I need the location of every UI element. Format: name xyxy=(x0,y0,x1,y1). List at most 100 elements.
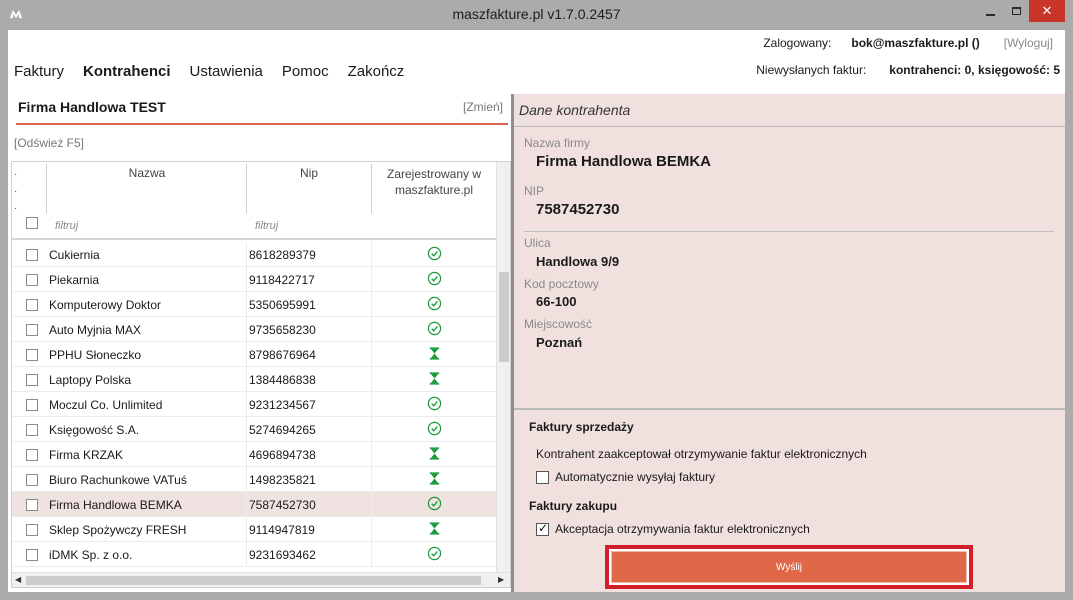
maximize-button[interactable] xyxy=(1003,0,1029,22)
menu-kontrahenci[interactable]: Kontrahenci xyxy=(83,63,171,80)
check-circle-icon xyxy=(372,296,496,314)
row-checkbox[interactable] xyxy=(26,449,38,461)
row-checkbox[interactable] xyxy=(26,424,38,436)
contractor-nip: 1498235821 xyxy=(249,473,316,487)
close-button[interactable]: ✕ xyxy=(1029,0,1065,22)
contractor-nip: 5350695991 xyxy=(249,298,316,312)
grid-header: · · · Nazwa Nip Zarejestrowany w maszfaktu… xyxy=(12,162,496,240)
auto-send-label[interactable]: Automatycznie wysyłaj faktury xyxy=(555,470,715,484)
accept-einvoices-label[interactable]: Akceptacja otrzymywania faktur elektroni… xyxy=(555,522,810,536)
contractor-name: iDMK Sp. z o.o. xyxy=(49,548,133,562)
unsent-label: Niewysłanych faktur: xyxy=(756,63,867,77)
contractor-nip: 4696894738 xyxy=(249,448,316,462)
menu-faktury[interactable]: Faktury xyxy=(14,63,64,80)
auto-send-option[interactable]: Automatycznie wysyłaj faktury xyxy=(536,470,715,484)
accept-einvoices-option[interactable]: ✓ Akceptacja otrzymywania faktur elektro… xyxy=(536,520,810,536)
row-checkbox[interactable] xyxy=(26,324,38,336)
contractor-nip: 8618289379 xyxy=(249,248,316,262)
title-underline xyxy=(16,123,508,125)
row-checkbox[interactable] xyxy=(26,249,38,261)
scrollbar-thumb[interactable] xyxy=(26,576,481,585)
hourglass-icon xyxy=(372,371,496,389)
table-row[interactable]: Księgowość S.A. 5274694265 xyxy=(12,417,496,442)
filter-name-input[interactable]: filtruj xyxy=(55,220,78,232)
table-row[interactable]: Cukiernia 8618289379 xyxy=(12,242,496,267)
contractor-name: Księgowość S.A. xyxy=(49,423,140,437)
scrollbar-thumb[interactable] xyxy=(499,272,509,362)
contractor-name: Laptopy Polska xyxy=(49,373,132,387)
table-row[interactable]: Sklep Spożywczy FRESH 9114947819 xyxy=(12,517,496,542)
logged-user: bok@maszfakture.pl () xyxy=(851,36,980,50)
check-circle-icon xyxy=(372,546,496,564)
logout-link[interactable]: [Wyloguj] xyxy=(1004,36,1053,50)
row-checkbox[interactable] xyxy=(26,399,38,411)
contractor-name: Sklep Spożywczy FRESH xyxy=(49,523,187,537)
contractor-nip: 1384486838 xyxy=(249,373,316,387)
contractor-name: Piekarnia xyxy=(49,273,100,287)
send-button[interactable]: Wyślij xyxy=(611,551,967,583)
login-info: Zalogowany: bok@maszfakture.pl () [Wylog… xyxy=(763,36,1053,50)
app-client: Zalogowany: bok@maszfakture.pl () [Wylog… xyxy=(8,30,1065,592)
hourglass-icon xyxy=(372,446,496,464)
table-row[interactable]: PPHU Słoneczko 8798676964 xyxy=(12,342,496,367)
row-checkbox[interactable] xyxy=(26,474,38,486)
current-company-title: Firma Handlowa TEST xyxy=(18,99,166,115)
contractor-nip: 9231693462 xyxy=(249,548,316,562)
scroll-left-icon[interactable]: ◀ xyxy=(15,575,21,584)
hourglass-icon xyxy=(372,521,496,539)
hourglass-icon xyxy=(372,346,496,364)
contractor-name: Auto Myjnia MAX xyxy=(49,323,142,337)
hourglass-icon xyxy=(372,471,496,489)
unsent-info: Niewysłanych faktur: kontrahenci: 0, ksi… xyxy=(756,63,1060,77)
contractor-name: Moczul Co. Unlimited xyxy=(49,398,163,412)
select-all-checkbox[interactable] xyxy=(26,217,38,229)
accept-einvoices-checkbox[interactable]: ✓ xyxy=(536,520,549,536)
menu-pomoc[interactable]: Pomoc xyxy=(282,63,329,80)
table-row[interactable]: Biuro Rachunkowe VATuś 1498235821 xyxy=(12,467,496,492)
contractor-name: PPHU Słoneczko xyxy=(49,348,142,362)
details-title: Dane kontrahenta xyxy=(519,102,631,118)
scroll-right-icon[interactable]: ▶ xyxy=(498,575,504,584)
table-row[interactable]: Komputerowy Doktor 5350695991 xyxy=(12,292,496,317)
city-value: Poznań xyxy=(536,335,583,350)
auto-send-checkbox[interactable] xyxy=(536,470,549,484)
row-checkbox[interactable] xyxy=(26,499,38,511)
contractor-details-panel: Dane kontrahenta Nazwa firmy Firma Handl… xyxy=(514,94,1065,592)
minimize-button[interactable] xyxy=(977,0,1003,22)
row-checkbox[interactable] xyxy=(26,349,38,361)
row-checkbox[interactable] xyxy=(26,374,38,386)
contractor-name: Cukiernia xyxy=(49,248,100,262)
row-checkbox[interactable] xyxy=(26,524,38,536)
window-title: maszfakture.pl v1.7.0.2457 xyxy=(452,6,621,22)
menu-zakoncz[interactable]: Zakończ xyxy=(348,63,405,80)
grid-rows: Cukiernia 8618289379 Piekarnia 9118422717 Ko… xyxy=(12,242,496,567)
table-row[interactable]: iDMK Sp. z o.o. 9231693462 xyxy=(12,542,496,567)
filter-nip-input[interactable]: filtruj xyxy=(255,220,278,232)
menu-ustawienia[interactable]: Ustawienia xyxy=(190,63,263,80)
table-row[interactable]: Firma Handlowa BEMKA 7587452730 xyxy=(12,492,496,517)
row-checkbox[interactable] xyxy=(26,549,38,561)
refresh-link[interactable]: [Odśwież F5] xyxy=(14,136,84,150)
table-row[interactable]: Laptopy Polska 1384486838 xyxy=(12,367,496,392)
horizontal-scrollbar[interactable]: ◀ ▶ xyxy=(12,572,510,587)
column-header-nip[interactable]: Nip xyxy=(247,166,371,180)
check-circle-icon xyxy=(372,496,496,514)
main-menu: Faktury Kontrahenci Ustawienia Pomoc Zak… xyxy=(14,63,423,80)
row-checkbox[interactable] xyxy=(26,274,38,286)
row-checkbox[interactable] xyxy=(26,299,38,311)
company-name-label: Nazwa firmy xyxy=(524,136,591,150)
street-value: Handlowa 9/9 xyxy=(536,254,620,269)
change-company-link[interactable]: [Zmień] xyxy=(463,100,503,114)
table-row[interactable]: Piekarnia 9118422717 xyxy=(12,267,496,292)
table-row[interactable]: Auto Myjnia MAX 9735658230 xyxy=(12,317,496,342)
check-icon: ✓ xyxy=(538,520,549,535)
column-header-registered[interactable]: Zarejestrowany w maszfakture.pl xyxy=(372,166,496,198)
contractor-name: Komputerowy Doktor xyxy=(49,298,162,312)
column-header-name[interactable]: Nazwa xyxy=(47,166,247,180)
vertical-scrollbar[interactable] xyxy=(496,162,510,572)
table-row[interactable]: Firma KRZAK 4696894738 xyxy=(12,442,496,467)
table-row[interactable]: Moczul Co. Unlimited 9231234567 xyxy=(12,392,496,417)
company-name-value: Firma Handlowa BEMKA xyxy=(536,153,712,170)
check-circle-icon xyxy=(372,271,496,289)
close-icon: ✕ xyxy=(1041,3,1053,19)
